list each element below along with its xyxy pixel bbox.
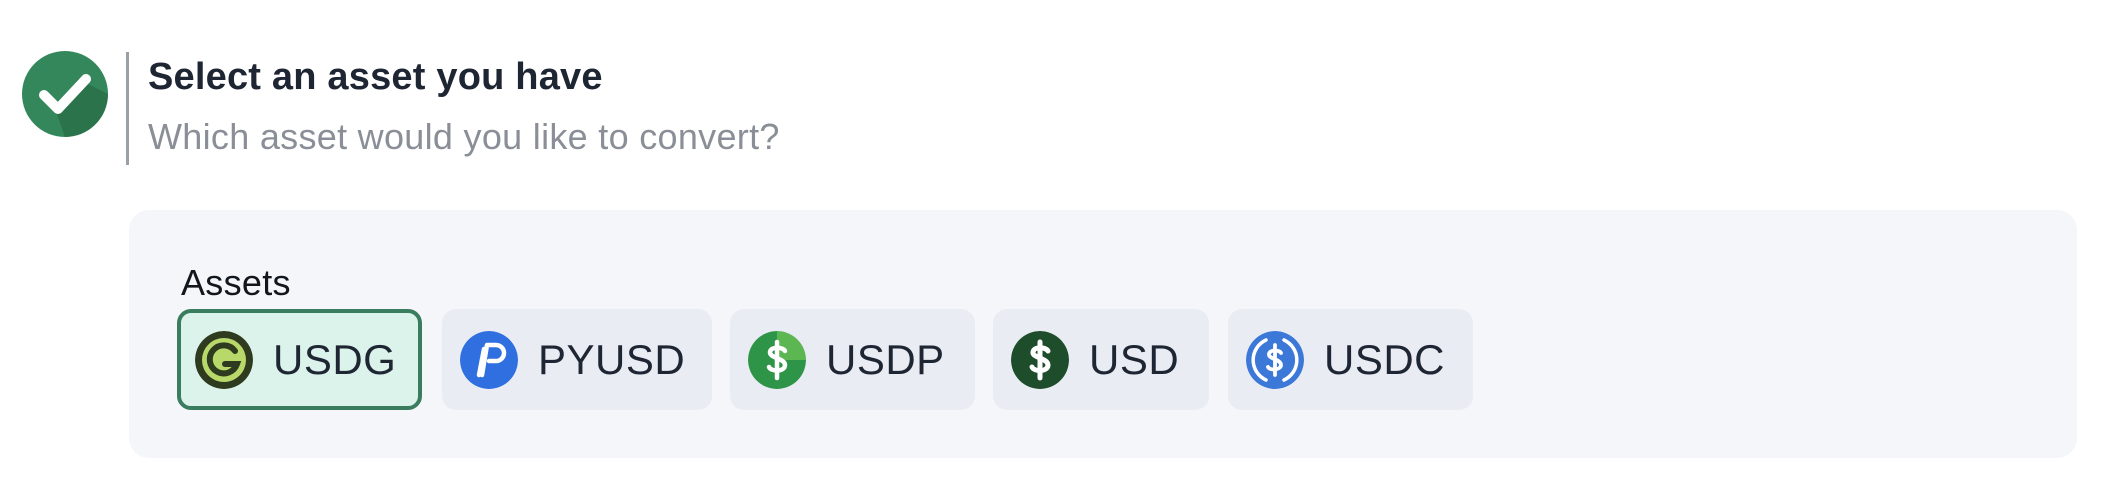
step-divider [126, 52, 129, 165]
select-asset-step: Select an asset you have Which asset wou… [0, 0, 2114, 504]
usd-icon [1011, 330, 1069, 389]
asset-chip-usdp[interactable]: USDP [730, 309, 975, 410]
asset-chip-label: USD [1089, 335, 1180, 383]
usdc-icon [1246, 330, 1304, 389]
pyusd-icon [460, 330, 518, 389]
asset-chip-label: USDC [1324, 335, 1446, 383]
usdp-icon [748, 330, 806, 389]
asset-chip-usdc[interactable]: USDC [1228, 309, 1473, 410]
asset-chip-usdg[interactable]: USDG [177, 309, 422, 410]
step-subtitle: Which asset would you like to convert? [148, 116, 780, 157]
asset-chip-pyusd[interactable]: PYUSD [442, 309, 712, 410]
asset-chip-label: USDP [826, 335, 945, 383]
usdg-icon [195, 330, 253, 389]
asset-chip-label: USDG [273, 335, 397, 383]
step-title: Select an asset you have [148, 56, 603, 98]
assets-label: Assets [181, 262, 291, 303]
asset-chip-label: PYUSD [538, 335, 686, 383]
check-circle-icon [22, 51, 108, 137]
asset-chip-usd[interactable]: USD [993, 309, 1209, 410]
